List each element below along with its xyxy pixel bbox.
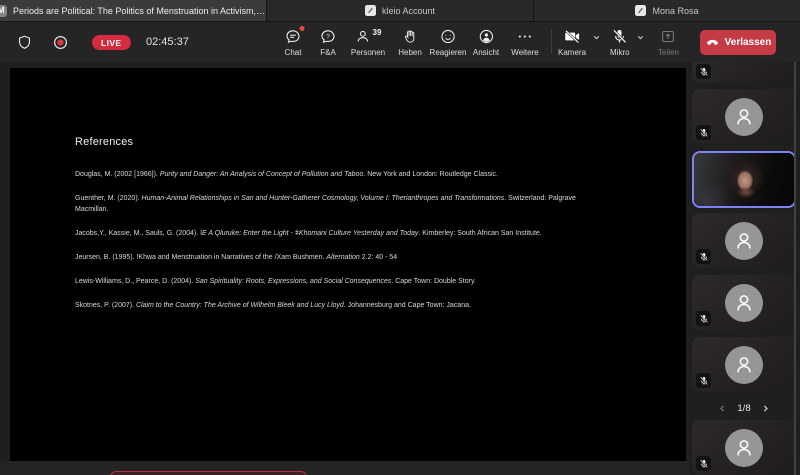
page-indicator: 1/8 xyxy=(737,403,750,414)
reference-item: Skotnes, P. (2007). Claim to the Country… xyxy=(75,300,686,311)
camera-off-icon xyxy=(563,28,581,45)
participant-video xyxy=(694,153,794,206)
page-previous-button[interactable] xyxy=(718,403,727,414)
chat-label: Chat xyxy=(285,48,302,57)
tab-mona-title: Mona Rosa xyxy=(652,6,698,16)
live-badge: LIVE xyxy=(92,35,131,50)
avatar-person-icon xyxy=(725,98,763,136)
react-smiley-icon xyxy=(439,28,456,45)
window-tab-bar: M Periods are Political: The Politics of… xyxy=(0,0,800,22)
avatar-person-icon xyxy=(725,346,763,384)
mic-label: Mikro xyxy=(610,48,630,57)
presentation-slide: References Douglas, M. (2002 [1966]). Pu… xyxy=(10,68,686,461)
mic-muted-icon xyxy=(696,373,711,388)
mic-muted-icon xyxy=(696,64,711,79)
mic-muted-icon xyxy=(696,125,711,140)
people-count: 39 xyxy=(373,28,382,37)
meeting-toolbar: LIVE 02:45:37 Chat ? F&A 39 Personen xyxy=(0,22,800,62)
meeting-window: M Periods are Political: The Politics of… xyxy=(0,0,800,475)
share-screen-icon xyxy=(660,28,676,45)
tab-kleio-account[interactable]: kleio Account xyxy=(267,0,534,21)
avatar-person-icon xyxy=(725,222,763,260)
participant-tile[interactable] xyxy=(692,420,796,475)
leave-button[interactable]: Verlassen xyxy=(700,30,776,55)
avatar-person-icon xyxy=(725,429,763,467)
people-label: Personen xyxy=(351,48,385,57)
reference-item: Jeursen, B. (1995). !Khwa and Menstruati… xyxy=(75,252,686,263)
react-label: Reagieren xyxy=(430,48,467,57)
chat-notification-dot xyxy=(300,26,305,31)
mic-button[interactable]: Mikro xyxy=(610,28,645,57)
svg-text:?: ? xyxy=(326,33,330,40)
tab-app-icon xyxy=(635,5,646,16)
more-dots-icon xyxy=(516,28,533,45)
page-next-button[interactable] xyxy=(761,403,770,414)
recording-icon[interactable] xyxy=(53,35,68,50)
raise-hand-button[interactable]: Heben xyxy=(398,28,422,57)
camera-chevron-down-icon[interactable] xyxy=(592,33,601,42)
meeting-doc-icon: M xyxy=(0,5,7,17)
qa-label: F&A xyxy=(320,48,336,57)
stop-presenting-button[interactable] xyxy=(110,471,307,475)
chat-button[interactable]: Chat xyxy=(285,28,302,57)
participant-tile-active-speaker[interactable] xyxy=(692,151,796,208)
participants-strip: 1/8 xyxy=(690,62,800,475)
tab-meeting[interactable]: M Periods are Political: The Politics of… xyxy=(0,0,267,21)
shared-screen-stage: References Douglas, M. (2002 [1966]). Pu… xyxy=(0,62,690,461)
react-button[interactable]: Reagieren xyxy=(430,28,467,57)
raise-hand-icon xyxy=(402,28,418,45)
raise-hand-label: Heben xyxy=(398,48,422,57)
reference-item: Jacobs,Y., Kassie, M., Sauls, G. (2004).… xyxy=(75,228,686,239)
meeting-timer: 02:45:37 xyxy=(146,36,189,48)
tab-app-icon xyxy=(365,5,376,16)
participant-tile[interactable] xyxy=(692,213,796,268)
hangup-icon xyxy=(705,35,720,50)
participant-tile[interactable] xyxy=(692,337,796,392)
camera-button[interactable]: Kamera xyxy=(558,28,601,57)
mic-muted-icon xyxy=(696,456,711,471)
reference-item: Lewis-Williams, D., Pearce, D. (2004). S… xyxy=(75,276,686,287)
share-button: Teilen xyxy=(658,28,679,57)
more-label: Weitere xyxy=(511,48,538,57)
tab-meeting-title: Periods are Political: The Politics of M… xyxy=(13,6,265,16)
leave-label: Verlassen xyxy=(725,37,772,48)
sidebar-edge-line xyxy=(794,62,796,475)
reference-item: Guenther, M. (2020). Human-Animal Relati… xyxy=(75,193,686,215)
participant-tile[interactable] xyxy=(692,89,796,144)
avatar-person-icon xyxy=(725,284,763,322)
view-label: Ansicht xyxy=(473,48,499,57)
tab-kleio-title: kleio Account xyxy=(382,6,435,16)
camera-label: Kamera xyxy=(558,48,586,57)
participant-tile-partial[interactable] xyxy=(692,62,796,83)
chat-icon xyxy=(285,28,302,45)
view-icon xyxy=(477,28,494,45)
shield-icon[interactable] xyxy=(16,34,33,51)
main-area: References Douglas, M. (2002 [1966]). Pu… xyxy=(0,62,800,475)
more-button[interactable]: Weitere xyxy=(511,28,538,57)
people-button[interactable]: 39 Personen xyxy=(351,28,385,57)
qa-button[interactable]: ? F&A xyxy=(320,28,337,57)
mic-muted-icon xyxy=(696,249,711,264)
slide-title: References xyxy=(75,136,686,148)
qa-icon: ? xyxy=(320,28,337,45)
mic-off-icon xyxy=(611,28,628,45)
view-button[interactable]: Ansicht xyxy=(473,28,499,57)
people-icon: 39 xyxy=(355,28,382,45)
toolbar-divider xyxy=(551,30,552,54)
bottom-bar xyxy=(0,461,690,475)
participants-pagination: 1/8 xyxy=(692,399,796,417)
share-label: Teilen xyxy=(658,48,679,57)
mic-chevron-down-icon[interactable] xyxy=(636,33,645,42)
tab-mona-rosa[interactable]: Mona Rosa xyxy=(534,0,800,21)
mic-muted-icon xyxy=(696,311,711,326)
reference-item: Douglas, M. (2002 [1966]). Purity and Da… xyxy=(75,169,686,180)
participant-tile[interactable] xyxy=(692,275,796,330)
